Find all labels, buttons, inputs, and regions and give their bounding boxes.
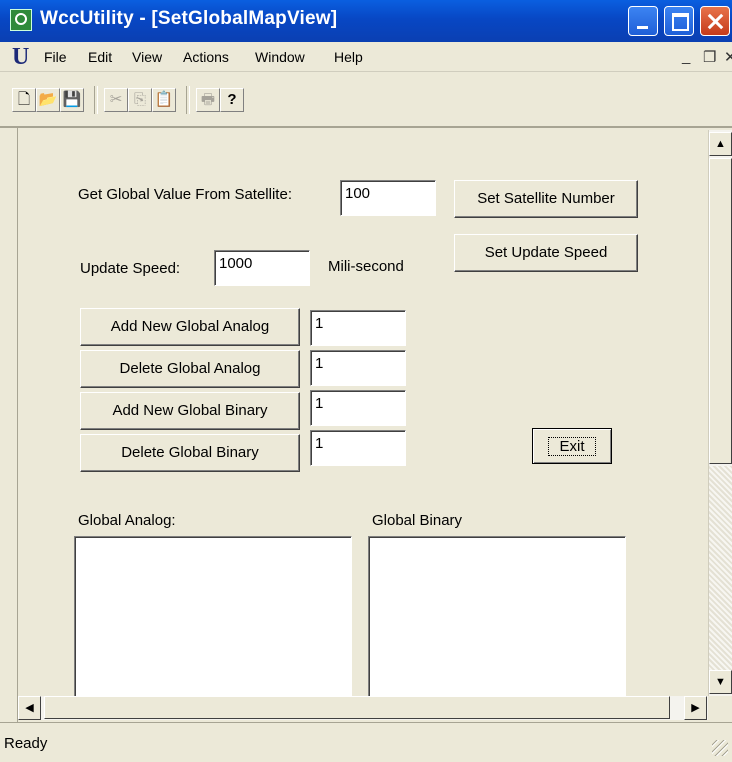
set-satellite-number-button[interactable]: Set Satellite Number — [454, 180, 638, 218]
menu-actions[interactable]: Actions — [183, 49, 229, 65]
scroll-left-icon[interactable]: ◀ — [18, 696, 41, 720]
delete-global-binary-input[interactable]: 1 — [310, 430, 406, 466]
mdi-restore-icon[interactable]: ❐ — [703, 48, 716, 66]
paste-icon[interactable]: 📋 — [152, 88, 176, 112]
update-speed-unit: Mili-second — [328, 258, 404, 275]
mdi-minimize-icon[interactable]: _ — [682, 48, 690, 65]
satellite-label: Get Global Value From Satellite: — [78, 186, 292, 203]
global-binary-label: Global Binary — [372, 512, 463, 529]
scroll-right-icon[interactable]: ▶ — [684, 696, 707, 720]
global-analog-label: Global Analog: — [78, 512, 176, 529]
scroll-down-icon[interactable]: ▼ — [709, 670, 732, 694]
menu-file[interactable]: File — [44, 49, 67, 65]
add-global-analog-input[interactable]: 1 — [310, 310, 406, 346]
vertical-scroll-track[interactable] — [709, 466, 732, 672]
exit-button[interactable]: Exit — [532, 428, 612, 464]
vertical-scroll-thumb[interactable] — [709, 158, 732, 464]
title-bar[interactable]: WccUtility - [SetGlobalMapView] — [0, 0, 732, 42]
copy-icon[interactable]: ⎘ — [128, 88, 152, 112]
global-analog-list[interactable] — [74, 536, 352, 696]
add-global-binary-input[interactable]: 1 — [310, 390, 406, 426]
update-speed-label: Update Speed: — [80, 260, 181, 277]
mdi-close-icon[interactable]: ✕ — [724, 48, 732, 66]
help-icon[interactable]: ? — [220, 88, 244, 112]
menu-bar: U File Edit View Actions Window Help _ ❐… — [0, 42, 732, 72]
maximize-button[interactable] — [664, 6, 694, 36]
global-binary-list[interactable] — [368, 536, 626, 696]
close-button[interactable] — [700, 6, 730, 36]
main-view: Get Global Value From Satellite: 100 Set… — [20, 130, 708, 696]
minimize-button[interactable] — [628, 6, 658, 36]
delete-global-binary-button[interactable]: Delete Global Binary — [80, 434, 300, 472]
new-file-icon[interactable]: 🗋 — [12, 88, 36, 112]
scroll-up-icon[interactable]: ▲ — [709, 132, 732, 156]
left-frame-edge — [0, 128, 18, 722]
set-update-speed-button[interactable]: Set Update Speed — [454, 234, 638, 272]
update-speed-input[interactable]: 1000 — [214, 250, 310, 286]
document-icon[interactable]: U — [12, 45, 32, 69]
delete-global-analog-button[interactable]: Delete Global Analog — [80, 350, 300, 388]
menu-view[interactable]: View — [132, 49, 162, 65]
add-global-binary-button[interactable]: Add New Global Binary — [80, 392, 300, 430]
status-bar: Ready — [0, 722, 732, 762]
print-icon[interactable]: 🖶 — [196, 88, 220, 112]
app-icon[interactable] — [10, 9, 32, 31]
add-global-analog-button[interactable]: Add New Global Analog — [80, 308, 300, 346]
menu-edit[interactable]: Edit — [88, 49, 112, 65]
window-title: WccUtility - [SetGlobalMapView] — [40, 8, 338, 29]
horizontal-scroll-thumb[interactable] — [44, 696, 670, 719]
cut-icon[interactable]: ✂ — [104, 88, 128, 112]
status-text: Ready — [4, 735, 48, 752]
menu-help[interactable]: Help — [334, 49, 363, 65]
vertical-scrollbar[interactable]: ▲ ▼ — [708, 130, 732, 696]
open-folder-icon[interactable]: 📂 — [36, 88, 60, 112]
resize-grip-icon[interactable] — [712, 740, 728, 756]
horizontal-scrollbar[interactable]: ◀ ▶ — [18, 696, 708, 720]
toolbar-separator — [186, 86, 190, 114]
menu-window[interactable]: Window — [255, 49, 305, 65]
toolbar: 🗋 📂 💾 ✂ ⎘ 📋 🖶 ? — [0, 72, 732, 128]
delete-global-analog-input[interactable]: 1 — [310, 350, 406, 386]
exit-button-label: Exit — [548, 437, 596, 456]
satellite-number-input[interactable]: 100 — [340, 180, 436, 216]
save-icon[interactable]: 💾 — [60, 88, 84, 112]
toolbar-separator — [94, 86, 98, 114]
